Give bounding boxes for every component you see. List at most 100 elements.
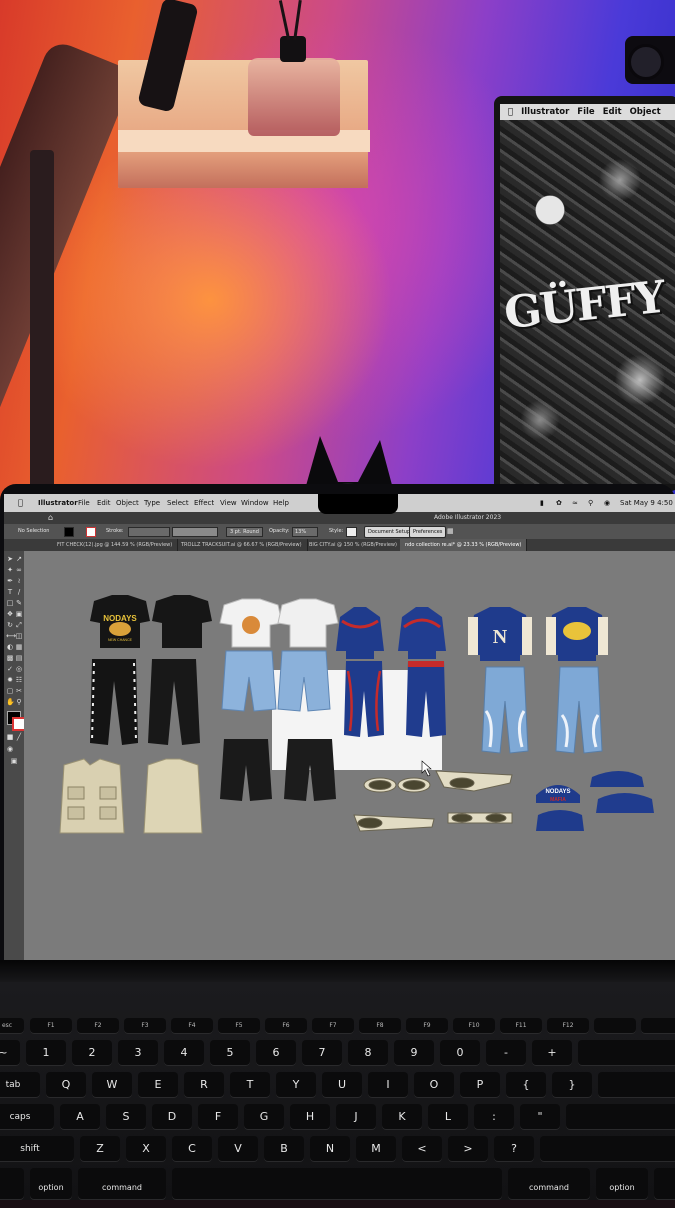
artboard-tool-icon[interactable]: ▢ (6, 687, 14, 695)
lasso-tool-icon[interactable]: ∞ (15, 566, 23, 574)
home-icon[interactable]: ⌂ (48, 514, 56, 522)
key-left-shift[interactable]: shift (0, 1136, 74, 1162)
key-delete[interactable] (578, 1040, 675, 1066)
key-s[interactable]: S (106, 1104, 146, 1130)
arrange-documents-icon[interactable]: ▦ (447, 524, 454, 539)
search-icon[interactable]: ⚲ (588, 494, 593, 512)
key-c[interactable]: C (172, 1136, 212, 1162)
opacity-field[interactable]: 13% (292, 527, 318, 537)
key-5[interactable]: 5 (210, 1040, 250, 1066)
fill-swatch[interactable] (64, 527, 74, 537)
key-f6[interactable]: F6 (265, 1018, 307, 1034)
key-i[interactable]: I (368, 1072, 408, 1098)
menu-window[interactable]: Window (241, 494, 269, 512)
document-setup-button[interactable]: Document Setup (364, 526, 415, 538)
brush-definition-field[interactable]: 3 pt. Round (226, 527, 263, 537)
type-tool-icon[interactable]: T (6, 588, 14, 596)
graph-tool-icon[interactable]: ☷ (15, 676, 23, 684)
monitor-menu-file[interactable]: File (577, 107, 594, 117)
width-tool-icon[interactable]: ⟷ (6, 632, 16, 640)
key-right-brace[interactable]: } (552, 1072, 592, 1098)
key-h[interactable]: H (290, 1104, 330, 1130)
key-touch-id[interactable] (594, 1018, 636, 1034)
scale-tool-icon[interactable]: ⤢ (15, 621, 23, 629)
key-v[interactable]: V (218, 1136, 258, 1162)
menu-app-name[interactable]: Illustrator (38, 494, 78, 512)
key-return[interactable] (566, 1104, 675, 1130)
mesh-tool-icon[interactable]: ▩ (6, 654, 14, 662)
key-b[interactable]: B (264, 1136, 304, 1162)
menu-type[interactable]: Type (144, 494, 160, 512)
eraser-tool-icon[interactable]: ▣ (15, 610, 23, 618)
menu-object[interactable]: Object (116, 494, 139, 512)
battery-icon[interactable]: ▮ (540, 494, 544, 512)
tab-fit-check[interactable]: FIT CHECK(12).jpg @ 144.59 % (RGB/Previe… (52, 539, 179, 551)
key-m[interactable]: M (356, 1136, 396, 1162)
key-o[interactable]: O (414, 1072, 454, 1098)
blend-tool-icon[interactable]: ◎ (15, 665, 23, 673)
key-tab[interactable]: tab (0, 1072, 40, 1098)
curvature-tool-icon[interactable]: ≀ (15, 577, 23, 585)
rotate-tool-icon[interactable]: ↻ (6, 621, 14, 629)
key-plus[interactable]: + (532, 1040, 572, 1066)
key-comma[interactable]: < (402, 1136, 442, 1162)
artboard-canvas[interactable]: NODAYS NEW CHANCE N NODAYS MAFIA (24, 551, 675, 960)
key-f11[interactable]: F11 (500, 1018, 542, 1034)
key-space[interactable] (172, 1168, 502, 1200)
key-quote[interactable]: " (520, 1104, 560, 1130)
key-9[interactable]: 9 (394, 1040, 434, 1066)
key-right-command[interactable]: command (508, 1168, 590, 1200)
none-color-icon[interactable]: ╱ (15, 733, 23, 741)
key-j[interactable]: J (336, 1104, 376, 1130)
key-z[interactable]: Z (80, 1136, 120, 1162)
key-caps-lock[interactable]: caps (0, 1104, 54, 1130)
key-f5[interactable]: F5 (218, 1018, 260, 1034)
key-period[interactable]: > (448, 1136, 488, 1162)
menubar-clock[interactable]: Sat May 9 4:50 (620, 494, 673, 512)
eyedropper-tool-icon[interactable]: ✓ (6, 665, 14, 673)
key-k[interactable]: K (382, 1104, 422, 1130)
menu-view[interactable]: View (220, 494, 237, 512)
wifi-icon[interactable]: ≈ (572, 494, 578, 512)
key-f4[interactable]: F4 (171, 1018, 213, 1034)
key-f2[interactable]: F2 (77, 1018, 119, 1034)
key-y[interactable]: Y (276, 1072, 316, 1098)
key-3[interactable]: 3 (118, 1040, 158, 1066)
color-mode-icon[interactable]: ■ (6, 733, 14, 741)
magic-wand-tool-icon[interactable]: ✦ (6, 566, 14, 574)
direct-selection-tool-icon[interactable]: ↗ (15, 555, 23, 563)
tab-ndo-collection[interactable]: ndo collection re.ai* @ 23.33 % (RGB/Pre… (400, 539, 528, 551)
key-f10[interactable]: F10 (453, 1018, 495, 1034)
shape-builder-tool-icon[interactable]: ◐ (6, 643, 14, 651)
key-r[interactable]: R (184, 1072, 224, 1098)
key-extra[interactable] (641, 1018, 675, 1034)
free-transform-tool-icon[interactable]: ◫ (15, 632, 23, 640)
bluetooth-icon[interactable]: ✿ (556, 494, 562, 512)
key-t[interactable]: T (230, 1072, 270, 1098)
key-w[interactable]: W (92, 1072, 132, 1098)
menu-help[interactable]: Help (273, 494, 289, 512)
stroke-weight-field[interactable] (128, 527, 170, 537)
draw-mode-icon[interactable]: ◉ (6, 745, 14, 753)
key-tilde[interactable]: ~ (0, 1040, 20, 1066)
shaper-tool-icon[interactable]: ❖ (6, 610, 14, 618)
key-e[interactable]: E (138, 1072, 178, 1098)
hand-tool-icon[interactable]: ✋ (6, 698, 15, 706)
perspective-grid-tool-icon[interactable]: ▦ (15, 643, 23, 651)
apple-icon[interactable]:  (18, 494, 23, 512)
key-l[interactable]: L (428, 1104, 468, 1130)
key-u[interactable]: U (322, 1072, 362, 1098)
slice-tool-icon[interactable]: ✂ (15, 687, 23, 695)
key-a[interactable]: A (60, 1104, 100, 1130)
key-right-shift[interactable] (540, 1136, 675, 1162)
symbol-sprayer-tool-icon[interactable]: ✹ (6, 676, 14, 684)
key-f7[interactable]: F7 (312, 1018, 354, 1034)
key-n[interactable]: N (310, 1136, 350, 1162)
key-minus[interactable]: - (486, 1040, 526, 1066)
key-f[interactable]: F (198, 1104, 238, 1130)
key-control[interactable] (0, 1168, 24, 1200)
key-f3[interactable]: F3 (124, 1018, 166, 1034)
key-2[interactable]: 2 (72, 1040, 112, 1066)
key-right-option[interactable]: option (596, 1168, 648, 1200)
key-slash[interactable]: ? (494, 1136, 534, 1162)
